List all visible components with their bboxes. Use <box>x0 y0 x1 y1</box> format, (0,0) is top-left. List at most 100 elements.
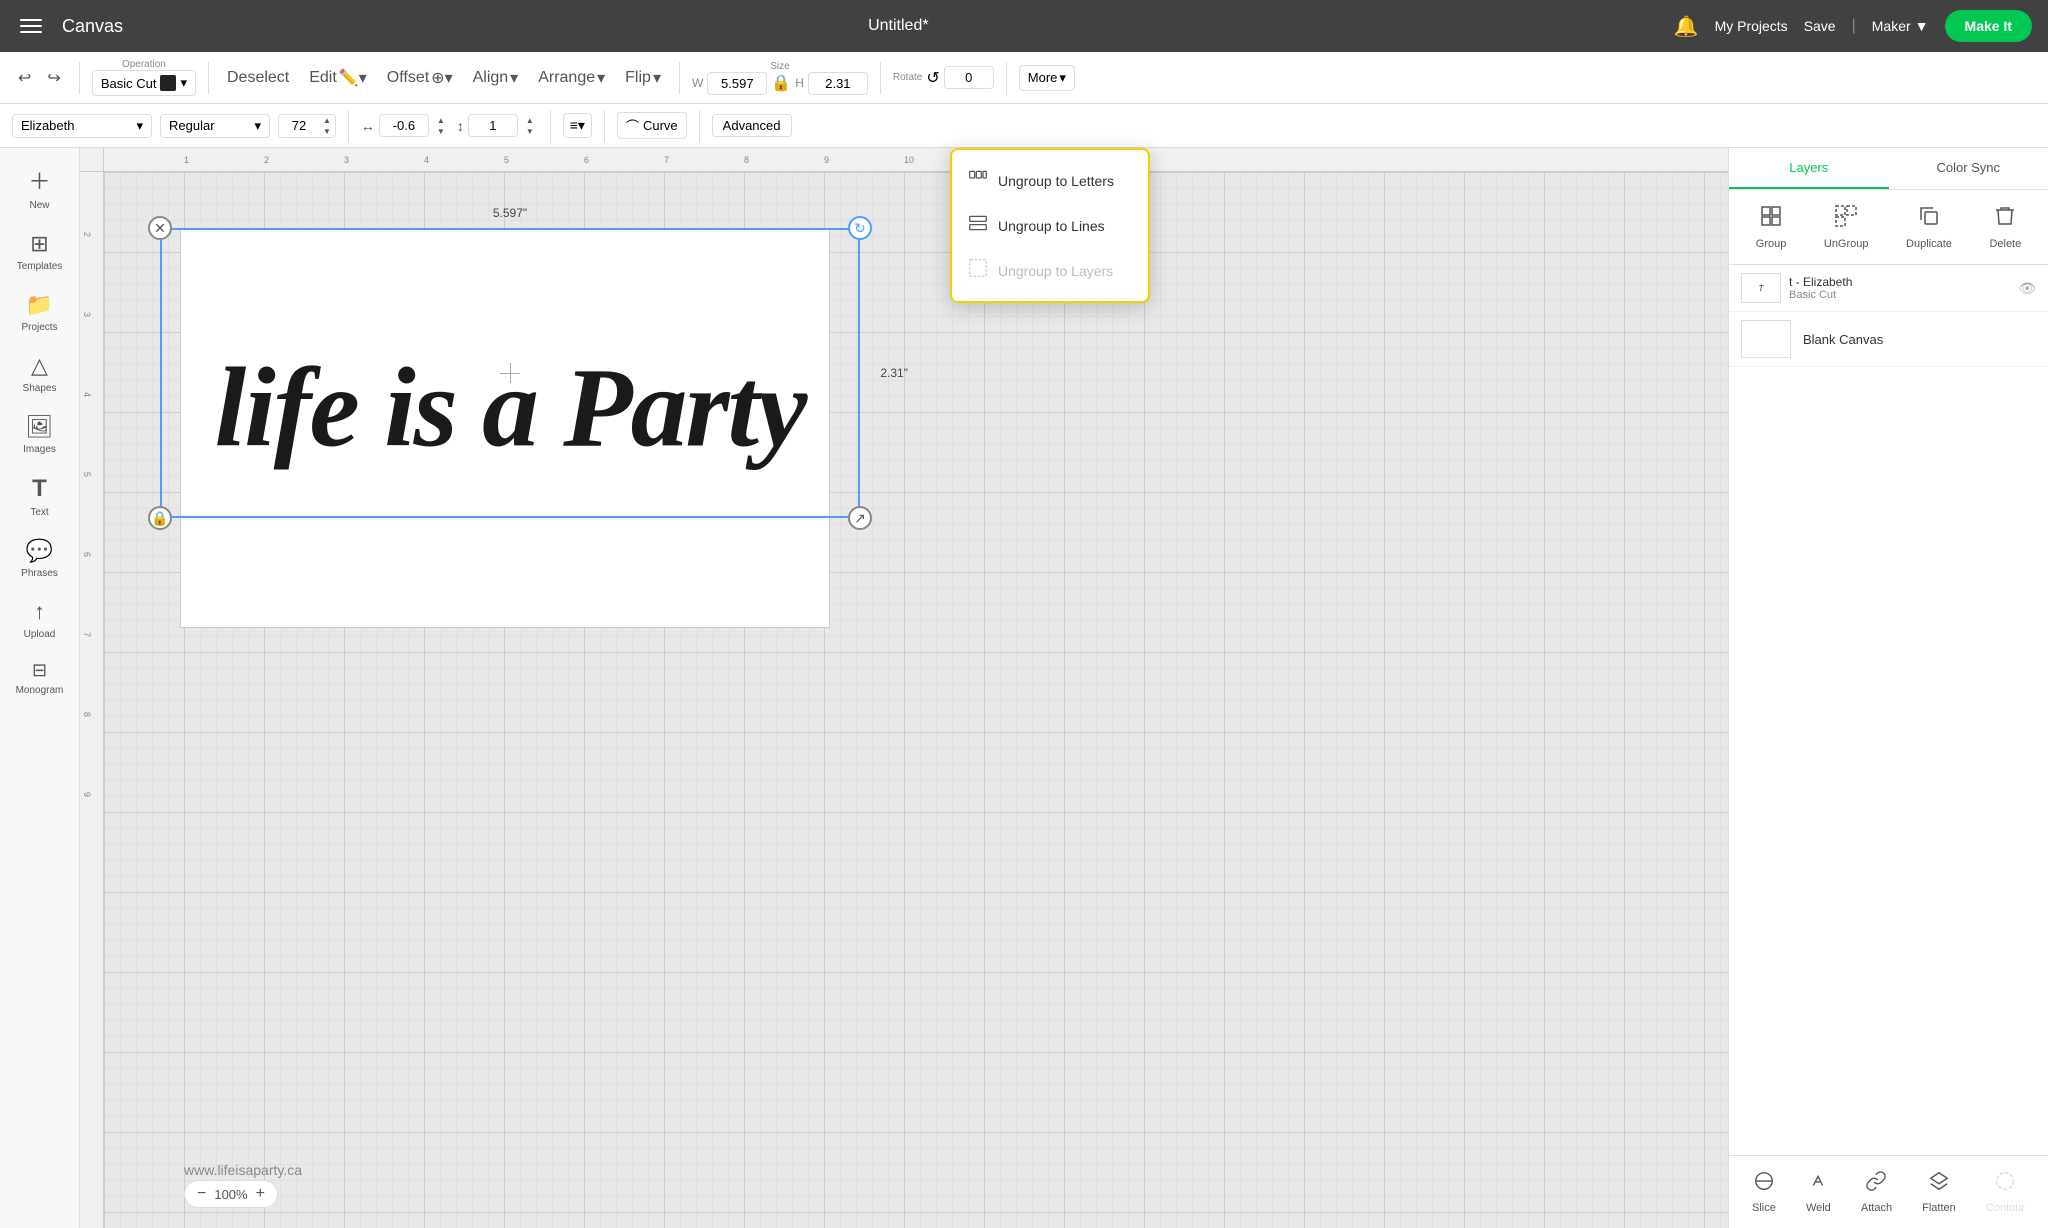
font-size-up[interactable]: ▲ <box>319 115 335 126</box>
lock-icon[interactable]: 🔒 <box>771 73 791 93</box>
contour-action[interactable]: Contour <box>1976 1164 2035 1220</box>
more-button[interactable]: More ▾ <box>1019 65 1075 91</box>
scale-handle[interactable]: ↗ <box>848 506 872 530</box>
color-swatch[interactable] <box>160 75 176 91</box>
tab-layers[interactable]: Layers <box>1729 148 1889 189</box>
hamburger-menu[interactable] <box>16 15 46 37</box>
sidebar-item-new[interactable]: ＋ New <box>4 156 76 219</box>
width-input[interactable] <box>707 72 767 95</box>
flatten-action[interactable]: Flatten <box>1912 1164 1966 1220</box>
toolbar-separator-1 <box>79 62 80 94</box>
letter-space-down[interactable]: ▼ <box>433 126 449 137</box>
alignment-button[interactable]: ≡▾ <box>563 113 592 138</box>
zoom-level: 100% <box>214 1187 247 1202</box>
blank-canvas-label: Blank Canvas <box>1803 332 1883 347</box>
font-size-down[interactable]: ▼ <box>319 126 335 137</box>
zoom-out-button[interactable]: − <box>197 1185 206 1203</box>
width-label: W <box>692 76 703 90</box>
notification-icon[interactable]: 🔔 <box>1674 14 1699 39</box>
doc-title: Untitled* <box>139 17 1658 35</box>
height-input[interactable] <box>808 72 868 95</box>
watermark: www.lifeisaparty.ca <box>184 1162 302 1178</box>
duplicate-action[interactable]: Duplicate <box>1896 198 1962 256</box>
sidebar-item-phrases[interactable]: 💬 Phrases <box>4 530 76 587</box>
sidebar-item-templates[interactable]: ⊞ Templates <box>4 223 76 280</box>
layer-item-0[interactable]: T t - Elizabeth Basic Cut 👁 <box>1729 265 2048 312</box>
letter-space-up[interactable]: ▲ <box>433 115 449 126</box>
rotate-input[interactable] <box>944 66 994 89</box>
undo-button[interactable]: ↩ <box>12 64 37 92</box>
advanced-button[interactable]: Advanced <box>712 114 792 137</box>
zoom-in-button[interactable]: + <box>256 1185 265 1203</box>
new-icon: ＋ <box>28 164 50 196</box>
ungroup-layers-icon <box>968 258 988 283</box>
templates-icon: ⊞ <box>30 231 48 257</box>
font-size-stepper: ▲ ▼ <box>319 115 335 137</box>
align-button[interactable]: Align ▾ <box>467 64 525 92</box>
attach-action[interactable]: Attach <box>1851 1164 1902 1220</box>
style-select[interactable]: Regular ▾ <box>160 114 270 138</box>
upload-icon: ↑ <box>34 599 45 625</box>
make-it-button[interactable]: Make It <box>1945 10 2032 42</box>
sidebar-item-projects[interactable]: 📁 Projects <box>4 284 76 341</box>
operation-group: Operation Basic Cut ▾ <box>92 59 196 96</box>
sidebar-item-text[interactable]: T Text <box>4 467 76 526</box>
attach-icon <box>1865 1170 1887 1198</box>
curve-button[interactable]: ⌒ Curve <box>617 112 687 139</box>
redo-button[interactable]: ↪ <box>41 64 66 92</box>
top-nav: Canvas Untitled* 🔔 My Projects Save | Ma… <box>0 0 2048 52</box>
line-space-control: ↕ ▲ ▼ <box>457 114 538 137</box>
rotate-handle[interactable]: ↻ <box>848 216 872 240</box>
letter-space-input[interactable] <box>379 114 429 137</box>
ruler-corner <box>80 148 104 172</box>
main-toolbar: ↩ ↪ Operation Basic Cut ▾ Deselect Edit … <box>0 52 2048 104</box>
line-space-input[interactable] <box>468 114 518 137</box>
calligraphic-text-svg: life is a Party <box>200 238 820 508</box>
ungroup-to-lines-item[interactable]: Ungroup to Lines <box>952 203 1148 248</box>
nav-separator: | <box>1852 17 1856 35</box>
ungroup-action[interactable]: UnGroup <box>1814 198 1879 256</box>
edit-button[interactable]: Edit ✏️▾ <box>303 64 373 92</box>
tab-color-sync[interactable]: Color Sync <box>1889 148 2048 189</box>
height-dimension-label: 2.31" <box>880 366 908 380</box>
shapes-icon: △ <box>31 353 48 379</box>
projects-icon: 📁 <box>26 292 53 318</box>
my-projects-button[interactable]: My Projects <box>1715 18 1788 34</box>
offset-button[interactable]: Offset ⊕▾ <box>381 64 459 92</box>
lock-handle[interactable]: 🔒 <box>148 506 172 530</box>
visibility-icon-0[interactable]: 👁 <box>2018 280 2036 297</box>
letter-space-stepper: ▲ ▼ <box>433 115 449 137</box>
canvas-area[interactable]: 1 2 3 4 5 6 7 8 9 10 2 3 4 5 6 7 8 9 <box>80 148 1728 1228</box>
slice-action[interactable]: Slice <box>1742 1164 1786 1220</box>
flip-button[interactable]: Flip ▾ <box>619 64 667 92</box>
delete-action[interactable]: Delete <box>1979 198 2031 256</box>
line-space-up[interactable]: ▲ <box>522 115 538 126</box>
height-label: H <box>795 76 804 90</box>
size-group: Size W 🔒 H <box>692 61 868 95</box>
close-handle[interactable]: ✕ <box>148 216 172 240</box>
toolbar-separator-3 <box>679 62 680 94</box>
arrange-button[interactable]: Arrange ▾ <box>532 64 611 92</box>
bottom-panel: Slice Weld Attach <box>1729 1155 2048 1228</box>
font-size-input[interactable] <box>279 115 319 136</box>
svg-text:life is a Party: life is a Party <box>215 344 808 470</box>
sidebar-item-shapes[interactable]: △ Shapes <box>4 345 76 402</box>
ungroup-to-letters-item[interactable]: Ungroup to Letters <box>952 158 1148 203</box>
operation-select[interactable]: Basic Cut ▾ <box>92 70 196 96</box>
sidebar-item-images[interactable]: 🖼 Images <box>4 406 76 463</box>
ungroup-lines-icon <box>968 213 988 238</box>
weld-action[interactable]: Weld <box>1796 1164 1841 1220</box>
width-dimension-label: 5.597" <box>493 206 527 220</box>
sidebar-item-monogram[interactable]: ⊟ Monogram <box>4 652 76 704</box>
sidebar-item-upload[interactable]: ↑ Upload <box>4 591 76 648</box>
slice-label: Slice <box>1752 1202 1776 1214</box>
ungroup-dropdown: Ungroup to Letters Ungroup to Lines Ungr… <box>950 148 1150 303</box>
font-select[interactable]: Elizabeth ▾ <box>12 114 152 138</box>
deselect-button[interactable]: Deselect <box>221 65 295 91</box>
panel-tabs: Layers Color Sync <box>1729 148 2048 190</box>
save-button[interactable]: Save <box>1804 18 1836 34</box>
maker-button[interactable]: Maker ▼ <box>1872 18 1929 34</box>
toolbar-separator-5 <box>1006 62 1007 94</box>
group-action[interactable]: Group <box>1746 198 1797 256</box>
line-space-down[interactable]: ▼ <box>522 126 538 137</box>
